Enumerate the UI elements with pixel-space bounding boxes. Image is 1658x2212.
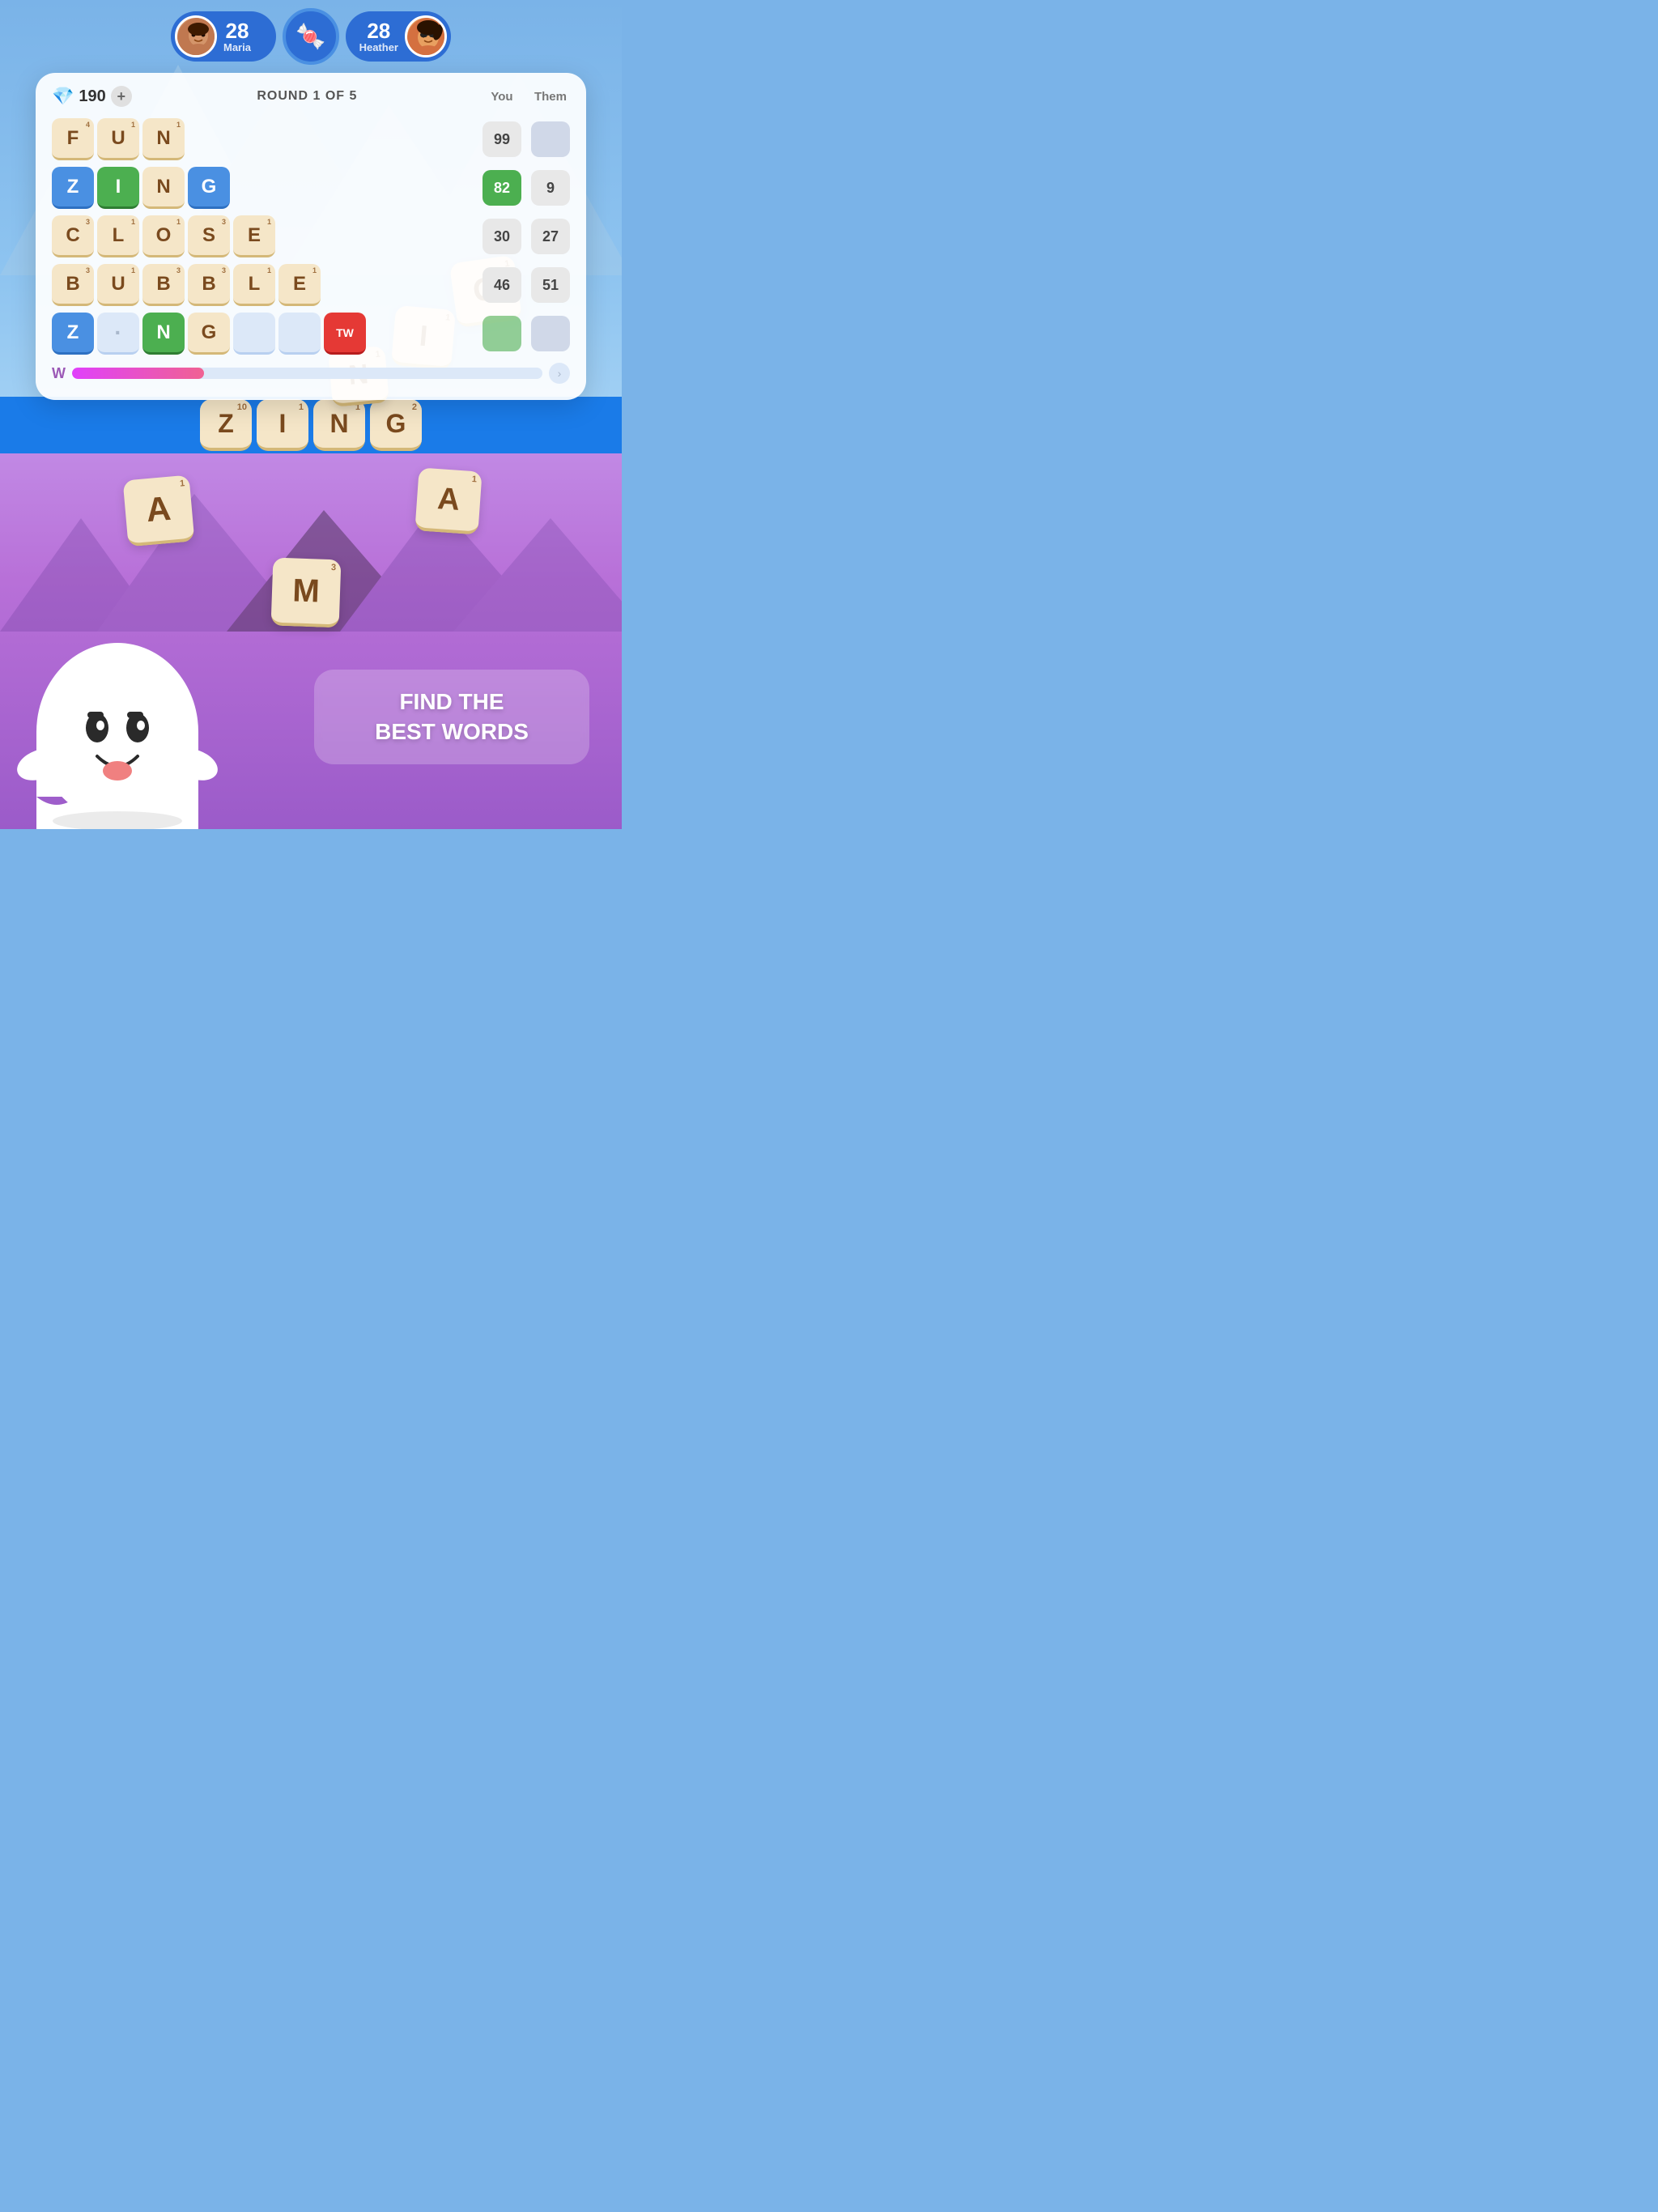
tiles-close: 3C 1L 1O 3S 1E — [52, 215, 479, 257]
progress-arrow: › — [549, 363, 570, 384]
scores-current — [483, 316, 570, 351]
player2-card: 28 Heather — [346, 11, 451, 62]
tile-g2: G — [188, 313, 230, 355]
stripe-tiles: 10 Z 1 I 1 N 2 G — [200, 399, 422, 451]
gems-section: 💎 190 + — [52, 86, 132, 107]
score-bubble-you: 46 — [483, 267, 521, 303]
bottom-tile-a2: 1A — [414, 467, 482, 534]
plus-button[interactable]: + — [111, 86, 132, 107]
gem-icon: 💎 — [52, 86, 74, 107]
round-label: ROUND 1 OF 5 — [257, 89, 357, 104]
tiles-bubble: 3B 1U 3B 3B 1L 1E — [52, 264, 479, 306]
tiles-current: Z · N G TW — [52, 313, 479, 355]
tile-l: 1L — [97, 215, 139, 257]
bottom-tile-a1: 1A — [123, 475, 195, 547]
tile-z2: Z — [52, 313, 94, 355]
tile-u: 1U — [97, 118, 139, 160]
stripe-tile-i-points: 1 — [299, 402, 304, 412]
progress-section: W › — [52, 363, 570, 384]
bottom-tile-m: 3M — [271, 558, 342, 628]
tile-i: I — [97, 167, 139, 209]
tile-empty1 — [233, 313, 275, 355]
tile-b3: 3B — [188, 264, 230, 306]
tile-f: 4F — [52, 118, 94, 160]
tiles-fun: 4F 1U 1N — [52, 118, 479, 160]
scores-fun: 99 — [483, 121, 570, 157]
tile-empty2 — [278, 313, 321, 355]
word-row-zing: Z I N G 82 9 — [52, 167, 570, 209]
tile-z: Z — [52, 167, 94, 209]
panel-header: 💎 190 + ROUND 1 OF 5 You Them — [52, 86, 570, 107]
score-bubble-them: 51 — [531, 267, 570, 303]
stripe-tile-n: 1 N — [313, 399, 365, 451]
score-zing-them: 9 — [531, 170, 570, 206]
score-zing-you: 82 — [483, 170, 521, 206]
progress-fill — [72, 368, 204, 379]
tile-n2: N — [142, 167, 185, 209]
player2-info: 28 Heather — [359, 20, 398, 53]
tile-l2: 1L — [233, 264, 275, 306]
them-header: Them — [531, 90, 570, 104]
candy-icon: 🍬 — [295, 23, 325, 51]
player1-score: 28 — [226, 20, 249, 41]
player1-info: 28 Maria — [223, 20, 251, 53]
score-current-you — [483, 316, 521, 351]
scores-zing: 82 9 — [483, 170, 570, 206]
w-icon: W — [52, 365, 66, 382]
stripe-tile-g-points: 2 — [412, 402, 417, 412]
player2-score: 28 — [367, 20, 390, 41]
tile-u2: 1U — [97, 264, 139, 306]
tiles-zing: Z I N G — [52, 167, 479, 209]
stripe-tile-z-points: 10 — [237, 402, 247, 412]
tile-n3: N — [142, 313, 185, 355]
word-row-fun: 4F 1U 1N 99 — [52, 118, 570, 160]
stripe-tile-g: 2 G — [370, 399, 422, 451]
ghost-area — [0, 570, 243, 829]
speech-line1: FIND THE — [399, 689, 504, 714]
game-panel: 💎 190 + ROUND 1 OF 5 You Them 4F 1U 1N 9… — [36, 73, 586, 400]
speech-line2: BEST WORDS — [375, 719, 529, 744]
player1-name: Maria — [223, 41, 251, 53]
you-header: You — [483, 90, 521, 104]
stripe-tile-i: 1 I — [257, 399, 308, 451]
stripe-tile-z: 10 Z — [200, 399, 252, 451]
tile-e2: 1E — [278, 264, 321, 306]
tile-n: 1N — [142, 118, 185, 160]
score-close-you: 30 — [483, 219, 521, 254]
score-fun-them — [531, 121, 570, 157]
player2-avatar — [405, 15, 447, 57]
tile-b2: 3B — [142, 264, 185, 306]
gems-count: 190 — [79, 87, 105, 106]
center-badge: 🍬 — [283, 8, 339, 65]
speech-bubble: FIND THE BEST WORDS — [314, 670, 589, 764]
blue-stripe: 10 Z 1 I 1 N 2 G — [0, 397, 622, 453]
ghost-svg — [0, 570, 243, 829]
word-row-bubble: 3B 1U 3B 3B 1L 1E 46 51 — [52, 264, 570, 306]
player1-avatar — [175, 15, 217, 57]
tile-s: 3S — [188, 215, 230, 257]
tile-g: G — [188, 167, 230, 209]
speech-text: FIND THE BEST WORDS — [337, 687, 567, 747]
player2-name: Heather — [359, 41, 398, 53]
score-headers: You Them — [483, 90, 570, 104]
score-close-them: 27 — [531, 219, 570, 254]
score-fun-you: 99 — [483, 121, 521, 157]
word-row-current: Z · N G TW — [52, 313, 570, 355]
scores-bubble: 46 51 — [483, 267, 570, 303]
progress-bar — [72, 368, 542, 379]
player1-card: 28 Maria — [171, 11, 276, 62]
header: 28 Maria 🍬 2 — [0, 8, 622, 65]
tile-e: 1E — [233, 215, 275, 257]
word-row-close: 3C 1L 1O 3S 1E 30 27 — [52, 215, 570, 257]
tile-tw: TW — [324, 313, 366, 355]
scores-close: 30 27 — [483, 219, 570, 254]
tile-c: 3C — [52, 215, 94, 257]
tile-o: 1O — [142, 215, 185, 257]
tile-b1: 3B — [52, 264, 94, 306]
tile-dot: · — [97, 313, 139, 355]
score-current-them — [531, 316, 570, 351]
